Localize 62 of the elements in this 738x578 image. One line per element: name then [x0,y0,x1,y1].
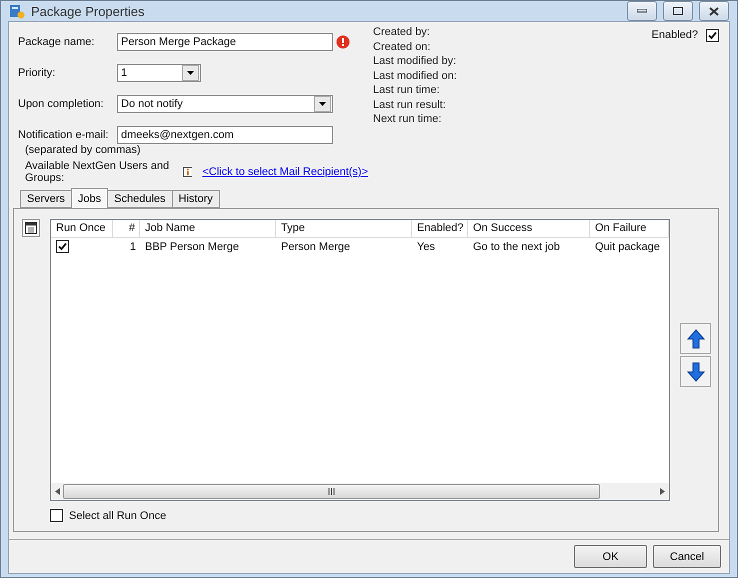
field-label: Priority: [18,66,56,78]
column-header[interactable]: Run Once [51,220,113,238]
column-chooser-button[interactable] [22,219,40,237]
dropdown[interactable]: Do not notify [117,94,333,112]
info-label: Last run result: [373,98,447,110]
info-label: Last modified on: [373,70,458,82]
checkbox[interactable] [706,29,719,42]
input-field[interactable]: dmeeks@nextgen.com [117,126,333,144]
dropdown-arrow-icon [319,102,326,106]
checkbox[interactable] [50,509,63,522]
horizontal-scrollbar[interactable] [51,483,669,500]
tab[interactable]: Jobs [70,188,108,208]
scroll-left-icon[interactable] [55,488,60,495]
dialog-button[interactable]: Cancel [653,545,721,568]
table-cell-text: 1 [128,241,137,253]
tab[interactable]: Servers [20,190,72,208]
scroll-right-icon[interactable] [660,488,665,495]
grip-icon [328,488,335,495]
column-header[interactable]: On Failure [590,220,669,238]
tab[interactable]: Schedules [107,190,173,208]
checkbox[interactable] [56,240,69,253]
table-cell-text: Yes [416,241,436,253]
minimize-button[interactable] [627,1,657,21]
close-button[interactable] [699,1,729,21]
select-all-label: Select all Run Once [69,510,166,522]
dropdown[interactable]: 1 [117,64,201,82]
column-header[interactable]: Type [276,220,412,238]
maximize-button[interactable] [663,1,693,21]
close-icon [709,6,719,16]
info-label: Created by: [373,26,431,38]
table-cell-text: Quit package [594,241,661,253]
info-label: Last run time: [373,84,441,96]
column-header[interactable]: Enabled? [412,220,468,238]
minimize-icon [637,9,647,13]
move-down-button[interactable] [680,356,711,387]
hint-text: (separated by commas) [25,144,142,156]
dialog-button[interactable]: OK [574,545,647,568]
info-label: Next run time: [373,113,442,125]
up-arrow-icon [686,328,704,348]
recipients-label: Available NextGen Users and Groups: [25,160,170,184]
enabled-label: Enabled? [652,29,698,41]
table-cell-text: Go to the next job [472,241,561,253]
field-label: Package name: [18,36,96,48]
move-up-button[interactable] [680,323,711,354]
column-header[interactable]: On Success [468,220,590,238]
maximize-icon [673,7,683,15]
window-title: Package Properties [31,4,146,18]
down-arrow-icon [686,362,704,382]
dropdown-arrow-icon [187,70,194,74]
field-label: Notification e-mail: [18,128,110,140]
recipients-link[interactable]: <Click to select Mail Recipient(s)> [202,166,368,178]
info-label: Last modified by: [373,55,458,67]
tab[interactable]: History [172,190,220,208]
input-field[interactable]: Person Merge Package [117,32,333,50]
table-cell-text: BBP Person Merge [144,241,240,253]
column-header[interactable]: # [113,220,140,238]
field-label: Upon completion: [18,98,105,110]
column-header[interactable]: Job Name [140,220,276,238]
package-icon [9,3,25,19]
info-icon[interactable] [182,166,192,178]
table-cell-text: Person Merge [280,241,352,253]
info-label: Created on: [373,40,432,52]
